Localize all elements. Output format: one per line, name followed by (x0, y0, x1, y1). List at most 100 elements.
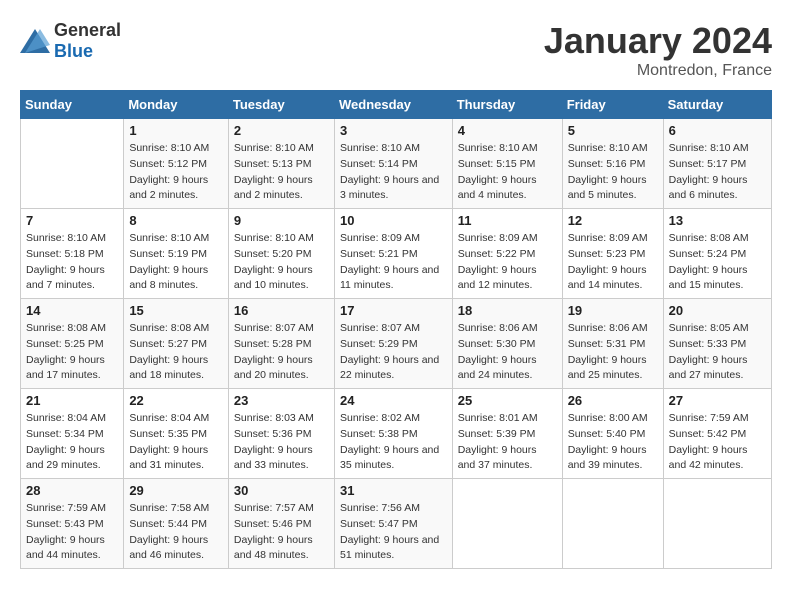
calendar-cell: 8 Sunrise: 8:10 AMSunset: 5:19 PMDayligh… (124, 209, 229, 299)
day-number: 5 (568, 123, 658, 138)
calendar-cell: 11 Sunrise: 8:09 AMSunset: 5:22 PMDaylig… (452, 209, 562, 299)
calendar-cell: 1 Sunrise: 8:10 AMSunset: 5:12 PMDayligh… (124, 119, 229, 209)
day-number: 24 (340, 393, 447, 408)
day-info: Sunrise: 8:02 AMSunset: 5:38 PMDaylight:… (340, 411, 447, 474)
calendar-cell: 18 Sunrise: 8:06 AMSunset: 5:30 PMDaylig… (452, 299, 562, 389)
calendar-cell: 25 Sunrise: 8:01 AMSunset: 5:39 PMDaylig… (452, 389, 562, 479)
calendar-cell: 3 Sunrise: 8:10 AMSunset: 5:14 PMDayligh… (334, 119, 452, 209)
logo-text: General Blue (54, 20, 121, 62)
day-info: Sunrise: 7:56 AMSunset: 5:47 PMDaylight:… (340, 501, 447, 564)
day-info: Sunrise: 8:08 AMSunset: 5:24 PMDaylight:… (669, 231, 766, 294)
day-info: Sunrise: 8:03 AMSunset: 5:36 PMDaylight:… (234, 411, 329, 474)
day-info: Sunrise: 8:10 AMSunset: 5:17 PMDaylight:… (669, 141, 766, 204)
day-number: 2 (234, 123, 329, 138)
calendar-cell: 4 Sunrise: 8:10 AMSunset: 5:15 PMDayligh… (452, 119, 562, 209)
calendar-cell: 10 Sunrise: 8:09 AMSunset: 5:21 PMDaylig… (334, 209, 452, 299)
calendar-cell: 26 Sunrise: 8:00 AMSunset: 5:40 PMDaylig… (562, 389, 663, 479)
day-info: Sunrise: 8:10 AMSunset: 5:18 PMDaylight:… (26, 231, 118, 294)
calendar-table: SundayMondayTuesdayWednesdayThursdayFrid… (20, 90, 772, 569)
day-info: Sunrise: 8:07 AMSunset: 5:28 PMDaylight:… (234, 321, 329, 384)
day-number: 30 (234, 483, 329, 498)
day-info: Sunrise: 8:00 AMSunset: 5:40 PMDaylight:… (568, 411, 658, 474)
day-number: 14 (26, 303, 118, 318)
weekday-header: Wednesday (334, 91, 452, 119)
day-info: Sunrise: 7:57 AMSunset: 5:46 PMDaylight:… (234, 501, 329, 564)
calendar-cell (452, 479, 562, 569)
day-info: Sunrise: 8:09 AMSunset: 5:22 PMDaylight:… (458, 231, 557, 294)
calendar-cell: 19 Sunrise: 8:06 AMSunset: 5:31 PMDaylig… (562, 299, 663, 389)
day-info: Sunrise: 8:10 AMSunset: 5:20 PMDaylight:… (234, 231, 329, 294)
day-info: Sunrise: 8:09 AMSunset: 5:21 PMDaylight:… (340, 231, 447, 294)
calendar-cell (663, 479, 771, 569)
weekday-header: Thursday (452, 91, 562, 119)
day-number: 22 (129, 393, 223, 408)
calendar-cell: 13 Sunrise: 8:08 AMSunset: 5:24 PMDaylig… (663, 209, 771, 299)
logo-icon (20, 29, 50, 53)
day-info: Sunrise: 8:01 AMSunset: 5:39 PMDaylight:… (458, 411, 557, 474)
day-number: 25 (458, 393, 557, 408)
location-title: Montredon, France (544, 62, 772, 80)
day-number: 13 (669, 213, 766, 228)
day-number: 29 (129, 483, 223, 498)
calendar-cell: 2 Sunrise: 8:10 AMSunset: 5:13 PMDayligh… (228, 119, 334, 209)
calendar-cell: 15 Sunrise: 8:08 AMSunset: 5:27 PMDaylig… (124, 299, 229, 389)
day-info: Sunrise: 8:10 AMSunset: 5:16 PMDaylight:… (568, 141, 658, 204)
weekday-header: Sunday (21, 91, 124, 119)
calendar-cell: 5 Sunrise: 8:10 AMSunset: 5:16 PMDayligh… (562, 119, 663, 209)
calendar-cell: 9 Sunrise: 8:10 AMSunset: 5:20 PMDayligh… (228, 209, 334, 299)
weekday-header: Friday (562, 91, 663, 119)
calendar-cell: 14 Sunrise: 8:08 AMSunset: 5:25 PMDaylig… (21, 299, 124, 389)
logo: General Blue (20, 20, 121, 62)
calendar-cell: 23 Sunrise: 8:03 AMSunset: 5:36 PMDaylig… (228, 389, 334, 479)
day-info: Sunrise: 7:59 AMSunset: 5:42 PMDaylight:… (669, 411, 766, 474)
day-info: Sunrise: 8:09 AMSunset: 5:23 PMDaylight:… (568, 231, 658, 294)
calendar-cell: 24 Sunrise: 8:02 AMSunset: 5:38 PMDaylig… (334, 389, 452, 479)
day-number: 4 (458, 123, 557, 138)
page-header: General Blue January 2024 Montredon, Fra… (20, 20, 772, 80)
day-info: Sunrise: 8:10 AMSunset: 5:14 PMDaylight:… (340, 141, 447, 204)
day-number: 8 (129, 213, 223, 228)
day-number: 9 (234, 213, 329, 228)
calendar-cell: 20 Sunrise: 8:05 AMSunset: 5:33 PMDaylig… (663, 299, 771, 389)
calendar-cell: 30 Sunrise: 7:57 AMSunset: 5:46 PMDaylig… (228, 479, 334, 569)
day-number: 12 (568, 213, 658, 228)
day-number: 31 (340, 483, 447, 498)
day-info: Sunrise: 7:59 AMSunset: 5:43 PMDaylight:… (26, 501, 118, 564)
day-number: 11 (458, 213, 557, 228)
title-area: January 2024 Montredon, France (544, 20, 772, 80)
logo-general: General (54, 20, 121, 40)
day-number: 28 (26, 483, 118, 498)
day-info: Sunrise: 7:58 AMSunset: 5:44 PMDaylight:… (129, 501, 223, 564)
day-number: 3 (340, 123, 447, 138)
day-info: Sunrise: 8:07 AMSunset: 5:29 PMDaylight:… (340, 321, 447, 384)
calendar-cell: 28 Sunrise: 7:59 AMSunset: 5:43 PMDaylig… (21, 479, 124, 569)
day-number: 15 (129, 303, 223, 318)
calendar-cell (562, 479, 663, 569)
calendar-cell: 22 Sunrise: 8:04 AMSunset: 5:35 PMDaylig… (124, 389, 229, 479)
calendar-cell: 31 Sunrise: 7:56 AMSunset: 5:47 PMDaylig… (334, 479, 452, 569)
calendar-cell: 7 Sunrise: 8:10 AMSunset: 5:18 PMDayligh… (21, 209, 124, 299)
day-number: 6 (669, 123, 766, 138)
day-number: 19 (568, 303, 658, 318)
day-number: 27 (669, 393, 766, 408)
calendar-cell: 21 Sunrise: 8:04 AMSunset: 5:34 PMDaylig… (21, 389, 124, 479)
calendar-cell: 27 Sunrise: 7:59 AMSunset: 5:42 PMDaylig… (663, 389, 771, 479)
day-number: 16 (234, 303, 329, 318)
calendar-cell: 17 Sunrise: 8:07 AMSunset: 5:29 PMDaylig… (334, 299, 452, 389)
calendar-cell: 6 Sunrise: 8:10 AMSunset: 5:17 PMDayligh… (663, 119, 771, 209)
day-number: 7 (26, 213, 118, 228)
calendar-cell: 12 Sunrise: 8:09 AMSunset: 5:23 PMDaylig… (562, 209, 663, 299)
calendar-cell: 29 Sunrise: 7:58 AMSunset: 5:44 PMDaylig… (124, 479, 229, 569)
day-info: Sunrise: 8:10 AMSunset: 5:13 PMDaylight:… (234, 141, 329, 204)
day-info: Sunrise: 8:10 AMSunset: 5:19 PMDaylight:… (129, 231, 223, 294)
day-number: 23 (234, 393, 329, 408)
month-title: January 2024 (544, 20, 772, 62)
day-number: 20 (669, 303, 766, 318)
weekday-header: Saturday (663, 91, 771, 119)
day-info: Sunrise: 8:08 AMSunset: 5:25 PMDaylight:… (26, 321, 118, 384)
day-number: 10 (340, 213, 447, 228)
calendar-cell: 16 Sunrise: 8:07 AMSunset: 5:28 PMDaylig… (228, 299, 334, 389)
day-info: Sunrise: 8:08 AMSunset: 5:27 PMDaylight:… (129, 321, 223, 384)
day-info: Sunrise: 8:05 AMSunset: 5:33 PMDaylight:… (669, 321, 766, 384)
day-info: Sunrise: 8:06 AMSunset: 5:31 PMDaylight:… (568, 321, 658, 384)
